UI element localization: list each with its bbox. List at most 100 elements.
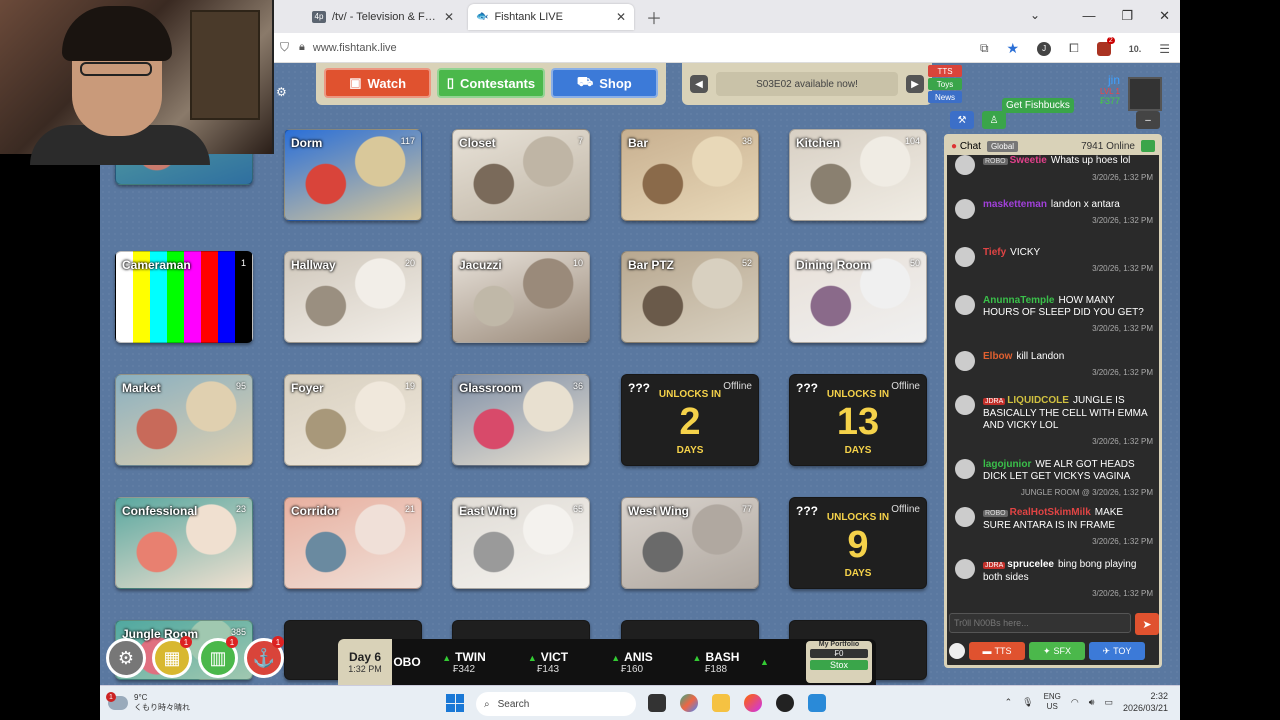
volume-icon[interactable]: 🔊︎ (1089, 697, 1095, 708)
chat-avatar[interactable] (955, 295, 975, 315)
chat-username[interactable]: Sweetie (1010, 155, 1047, 166)
camera-tile[interactable]: Jacuzzi 10 (452, 251, 590, 343)
chat-avatar[interactable] (955, 247, 975, 267)
microphone-icon[interactable]: 🎙︎ (1022, 697, 1033, 708)
browser-tab-fishtank[interactable]: 🐟 Fishtank LIVE ✕ (468, 3, 634, 30)
language-indicator[interactable]: ENG US (1044, 692, 1061, 712)
shop-button[interactable]: ⛟ Shop (550, 68, 658, 98)
restore-icon[interactable]: ❐ (1121, 8, 1133, 24)
account-icon[interactable]: J (1037, 41, 1052, 56)
camera-tile[interactable]: Dorm 117 (284, 129, 422, 221)
camera-tile[interactable]: Glassroom 36 (452, 374, 590, 466)
task-view-icon[interactable] (648, 694, 666, 712)
watch-button[interactable]: ▣ Watch (324, 68, 432, 98)
chat-username[interactable]: LIQUIDCOLE (1007, 395, 1069, 406)
camera-tile[interactable]: Kitchen 104 (789, 129, 927, 221)
camera-tile[interactable]: West Wing 77 (621, 497, 759, 589)
app-icon[interactable] (808, 694, 826, 712)
stock-item[interactable]: ▲ ANIS ₣160 (590, 650, 674, 675)
chat-avatar[interactable] (955, 559, 975, 579)
weather-widget[interactable]: 1 9°C くもり時々晴れ (106, 692, 190, 713)
emoji-button[interactable] (949, 643, 965, 659)
settings-cog-icon[interactable]: ⚙ (276, 85, 287, 99)
chat-username[interactable]: RealHotSkimMilk (1010, 507, 1091, 518)
clock[interactable]: 2:32 2026/03/21 (1123, 690, 1168, 714)
chat-message[interactable]: Elbow kill Landon 3/20/26, 1:32 PM (953, 351, 1153, 379)
close-tab-icon[interactable]: ✕ (616, 10, 626, 24)
chat-input[interactable]: Tr0ll N00Bs here... (949, 613, 1131, 633)
chat-username[interactable]: lagojunior (983, 459, 1031, 470)
figure-button[interactable]: ♙ (982, 111, 1006, 129)
chat-username[interactable]: masketteman (983, 199, 1047, 210)
close-window-icon[interactable]: ✕ (1159, 8, 1170, 24)
pip-icon[interactable]: ⧉ (980, 41, 989, 56)
stock-item[interactable]: ▲ BASH ₣188 (674, 650, 758, 675)
stock-item[interactable]: OBO (392, 655, 422, 669)
chat-avatar[interactable] (955, 155, 975, 175)
chat-avatar[interactable] (955, 199, 975, 219)
stock-item[interactable]: ▲ TWIN ₣342 (422, 650, 506, 675)
minimize-panel-button[interactable]: – (1136, 111, 1160, 129)
camera-tile[interactable]: Closet 7 (452, 129, 590, 221)
new-tab-icon[interactable]: ＋ (646, 5, 662, 29)
chat-message[interactable]: JDRA LIQUIDCOLE JUNGLE IS BASICALLY THE CE… (953, 395, 1153, 448)
chat-username[interactable]: Tiefy (983, 247, 1006, 258)
treasure-button[interactable]: ▦ 1 (152, 636, 192, 678)
get-fishbucks-button[interactable]: Get Fishbucks (1002, 98, 1074, 113)
windows-start-icon[interactable] (446, 694, 464, 712)
send-button[interactable]: ➤ (1135, 613, 1159, 635)
camera-tile[interactable]: Dining Room 50 (789, 251, 927, 343)
url-field[interactable]: www.fishtank.live (313, 42, 397, 54)
chat-avatar[interactable] (955, 351, 975, 371)
portfolio-box[interactable]: My Portfolio ₣0 Stox (806, 641, 872, 683)
items-button[interactable]: ▥ 1 (198, 636, 238, 678)
ublock-icon[interactable]: 2 (1096, 36, 1115, 56)
chat-username[interactable]: Elbow (983, 351, 1012, 362)
news-prev-button[interactable]: ◀ (690, 75, 708, 93)
toys-tab-button[interactable]: Toys (928, 78, 962, 90)
minimize-icon[interactable]: — (1082, 8, 1095, 24)
copilot-icon[interactable] (680, 694, 698, 712)
stock-item[interactable]: ▲ VICT ₣143 (506, 650, 590, 675)
firefox-icon[interactable] (744, 694, 762, 712)
file-explorer-icon[interactable] (712, 694, 730, 712)
chat-username[interactable]: AnunnaTemple (983, 295, 1054, 306)
taskbar-search[interactable]: ⌕ Search (476, 692, 636, 716)
chat-username[interactable]: sprucelee (1007, 559, 1054, 570)
chat-avatar[interactable] (955, 395, 975, 415)
chat-messages[interactable]: ROBO Sweetie Whats up hoes lol 3/20/26, 1:3… (947, 155, 1159, 610)
tts-tab-button[interactable]: TTS (928, 65, 962, 77)
tracking-shield-icon[interactable]: ⛉ (280, 40, 289, 55)
camera-tile[interactable]: Market 95 (115, 374, 253, 466)
wifi-icon[interactable]: ◠ (1071, 697, 1079, 708)
camera-tile[interactable]: Hallway 20 (284, 251, 422, 343)
chat-message[interactable]: masketteman landon x antara 3/20/26, 1:32 … (953, 199, 1153, 227)
news-tab-button[interactable]: News (928, 91, 962, 103)
tab-list-chevron-icon[interactable]: ⌄ (1030, 8, 1040, 22)
close-tab-icon[interactable]: ✕ (444, 10, 454, 24)
browser-tab-tv[interactable]: 4p /tv/ - Television & Film » Thread ✕ (304, 4, 462, 30)
obs-icon[interactable] (776, 694, 794, 712)
chat-expand-button[interactable] (1141, 140, 1155, 152)
camera-tile[interactable]: Bar PTZ 52 (621, 251, 759, 343)
tts-button[interactable]: ▬ TTS (969, 642, 1025, 660)
extensions-icon[interactable]: ⧠ (1069, 41, 1079, 56)
camera-tile[interactable]: Corridor 21 (284, 497, 422, 589)
news-next-button[interactable]: ▶ (906, 75, 924, 93)
camera-tile[interactable]: East Wing 65 (452, 497, 590, 589)
battery-icon[interactable]: ▭ (1104, 697, 1113, 708)
chat-message[interactable]: JDRA sprucelee bing bong playing both side… (953, 559, 1153, 600)
lock-icon[interactable]: 🔒︎ (299, 41, 305, 54)
chat-message[interactable]: Tiefy VICKY 3/20/26, 1:32 PM (953, 247, 1153, 275)
chat-message[interactable]: ROBO RealHotSkimMilk MAKE SURE ANTARA IS I… (953, 507, 1153, 548)
chat-avatar[interactable] (955, 459, 975, 479)
avatar[interactable] (1128, 77, 1162, 111)
chat-message[interactable]: AnunnaTemple HOW MANY HOURS OF SLEEP DID … (953, 295, 1153, 335)
sfx-button[interactable]: ✦ SFX (1029, 642, 1085, 660)
user-info[interactable]: jin LVL 1 ₣377 (1100, 73, 1120, 106)
chat-message[interactable]: lagojunior WE ALR GOT HEADS DICK LET GET … (953, 459, 1153, 499)
tool-button[interactable]: ⚒ (950, 111, 974, 129)
toy-button[interactable]: ✈ TOY (1089, 642, 1145, 660)
camera-tile[interactable]: Bar 38 (621, 129, 759, 221)
camera-tile[interactable]: Cameraman 1 (115, 251, 253, 343)
